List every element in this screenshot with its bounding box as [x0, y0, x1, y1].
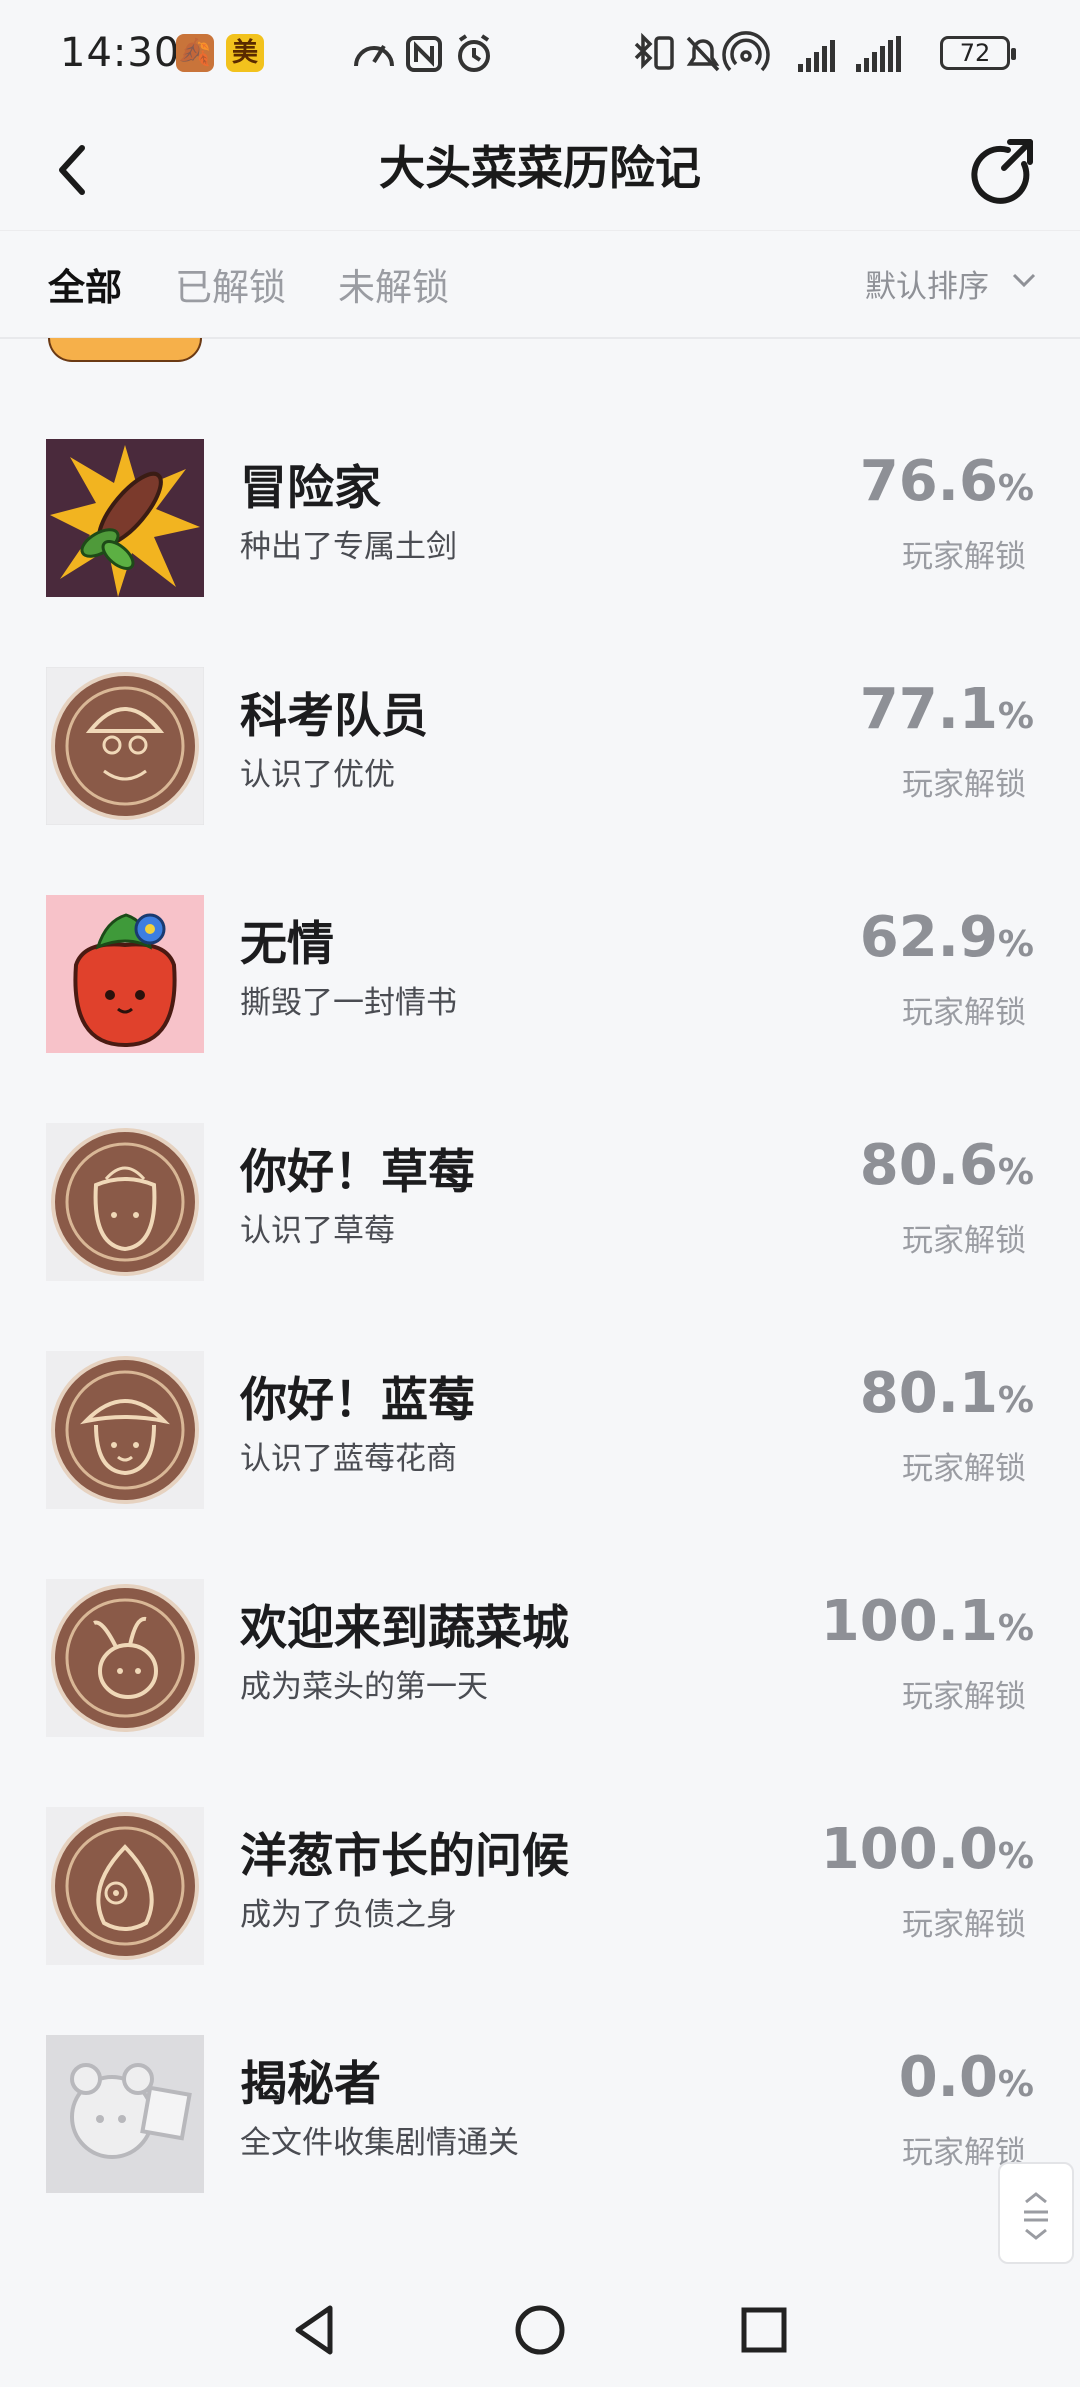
nav-back-button[interactable] [284, 2298, 348, 2362]
sword-sprout-icon [46, 439, 204, 597]
achievement-name: 你好！草莓 [240, 1145, 475, 1200]
signal-icon [798, 40, 835, 72]
blueberry-medal-icon [46, 1351, 204, 1509]
share-icon [971, 139, 1033, 204]
system-navigation-bar [0, 2272, 1080, 2387]
strawberry-icon [46, 895, 204, 1053]
achievement-name: 无情 [240, 917, 334, 972]
achievement-name: 欢迎来到蔬菜城 [240, 1601, 569, 1656]
sort-dropdown[interactable]: 默认排序 [865, 261, 1036, 306]
share-button[interactable] [960, 130, 1050, 220]
turnip-medal-icon [46, 1579, 204, 1737]
unlock-caption: 玩家解锁 [902, 1451, 1026, 1487]
unlock-percentage: 100.1% [820, 1589, 1034, 1654]
unlock-caption: 玩家解锁 [902, 767, 1026, 803]
filter-tabs: 全部 已解锁 未解锁 默认排序 [0, 230, 1080, 339]
circle-home-icon [515, 2305, 565, 2355]
achievement-description: 撕毁了一封情书 [240, 985, 457, 1021]
achievement-item[interactable]: 冒险家 种出了专属土剑 76.6% 玩家解锁 [0, 431, 1080, 601]
achievement-description: 成为菜头的第一天 [240, 1669, 488, 1705]
app-notification-icon-2: 美 [226, 34, 264, 72]
scroll-handle-icon [1024, 2192, 1048, 2240]
achievement-description: 全文件收集剧情通关 [240, 2125, 519, 2161]
bluetooth-icon [634, 32, 653, 70]
unlock-percentage: 77.1% [859, 677, 1034, 742]
status-bar: 14:30 🍂 美 72 [0, 0, 1080, 110]
unlock-caption: 玩家解锁 [902, 1907, 1026, 1943]
square-recents-icon [741, 2307, 787, 2353]
achievement-description: 认识了蓝莓花商 [240, 1441, 457, 1477]
app-notification-icon: 🍂 [176, 34, 214, 72]
achievement-description: 认识了草莓 [240, 1213, 395, 1249]
scroll-to-top-button[interactable] [998, 2162, 1074, 2264]
achievement-thumbnail-partial [48, 338, 202, 362]
achievement-item[interactable]: 你好！草莓 认识了草莓 80.6% 玩家解锁 [0, 1115, 1080, 1285]
tab-locked[interactable]: 未解锁 [338, 257, 449, 311]
nfc-icon [406, 36, 442, 72]
unlock-caption: 玩家解锁 [902, 539, 1026, 575]
achievement-list: 冒险家 种出了专属土剑 76.6% 玩家解锁 科考队员 认识了优优 77.1% … [0, 338, 1080, 2270]
vibrate-icon [654, 36, 674, 70]
unlock-percentage: 80.6% [859, 1133, 1034, 1198]
explorer-medal-icon [46, 667, 204, 825]
unlock-percentage: 100.0% [820, 1817, 1034, 1882]
achievement-item[interactable]: 你好！蓝莓 认识了蓝莓花商 80.1% 玩家解锁 [0, 1343, 1080, 1513]
alarm-icon [458, 34, 490, 72]
onion-medal-icon [46, 1807, 204, 1965]
header-bar: 大头菜菜历险记 [0, 110, 1080, 230]
achievement-description: 种出了专属土剑 [240, 529, 457, 565]
status-system-icons [354, 34, 490, 72]
unlock-percentage: 0.0% [898, 2045, 1034, 2110]
achievement-description: 认识了优优 [240, 757, 395, 793]
achievement-name: 你好！蓝莓 [240, 1373, 475, 1428]
unlock-caption: 玩家解锁 [902, 1679, 1026, 1715]
status-time: 14:30 [60, 30, 181, 76]
unlock-percentage: 62.9% [859, 905, 1034, 970]
achievement-item[interactable]: 揭秘者 全文件收集剧情通关 0.0% 玩家解锁 [0, 2027, 1080, 2197]
achievement-name: 揭秘者 [240, 2057, 381, 2112]
achievement-item[interactable]: 科考队员 认识了优优 77.1% 玩家解锁 [0, 659, 1080, 829]
signal-icon-2 [856, 36, 901, 72]
nav-home-button[interactable] [508, 2298, 572, 2362]
unlock-caption: 玩家解锁 [902, 995, 1026, 1031]
achievement-name: 洋葱市长的问候 [240, 1829, 569, 1884]
achievement-item[interactable]: 欢迎来到蔬菜城 成为菜头的第一天 100.1% 玩家解锁 [0, 1571, 1080, 1741]
mute-icon [686, 36, 720, 72]
tab-all[interactable]: 全部 [48, 257, 122, 311]
hotspot-icon [722, 31, 770, 72]
achievement-description: 成为了负债之身 [240, 1897, 457, 1933]
chevron-down-icon [1012, 273, 1036, 288]
achievement-item[interactable]: 洋葱市长的问候 成为了负债之身 100.0% 玩家解锁 [0, 1799, 1080, 1969]
nav-recents-button[interactable] [732, 2298, 796, 2362]
sort-label: 默认排序 [865, 269, 989, 305]
locked-secret-icon [46, 2035, 204, 2193]
tab-unlocked[interactable]: 已解锁 [175, 257, 286, 311]
achievement-name: 冒险家 [240, 461, 381, 516]
speedometer-icon [354, 44, 394, 67]
battery-icon: 72 [940, 36, 1016, 70]
page-title: 大头菜菜历险记 [379, 141, 701, 195]
triangle-back-icon [295, 2305, 333, 2355]
unlock-percentage: 80.1% [859, 1361, 1034, 1426]
achievement-item[interactable]: 无情 撕毁了一封情书 62.9% 玩家解锁 [0, 887, 1080, 1057]
strawberry-medal-icon [46, 1123, 204, 1281]
achievement-name: 科考队员 [240, 689, 428, 744]
unlock-caption: 玩家解锁 [902, 1223, 1026, 1259]
unlock-percentage: 76.6% [859, 449, 1034, 514]
